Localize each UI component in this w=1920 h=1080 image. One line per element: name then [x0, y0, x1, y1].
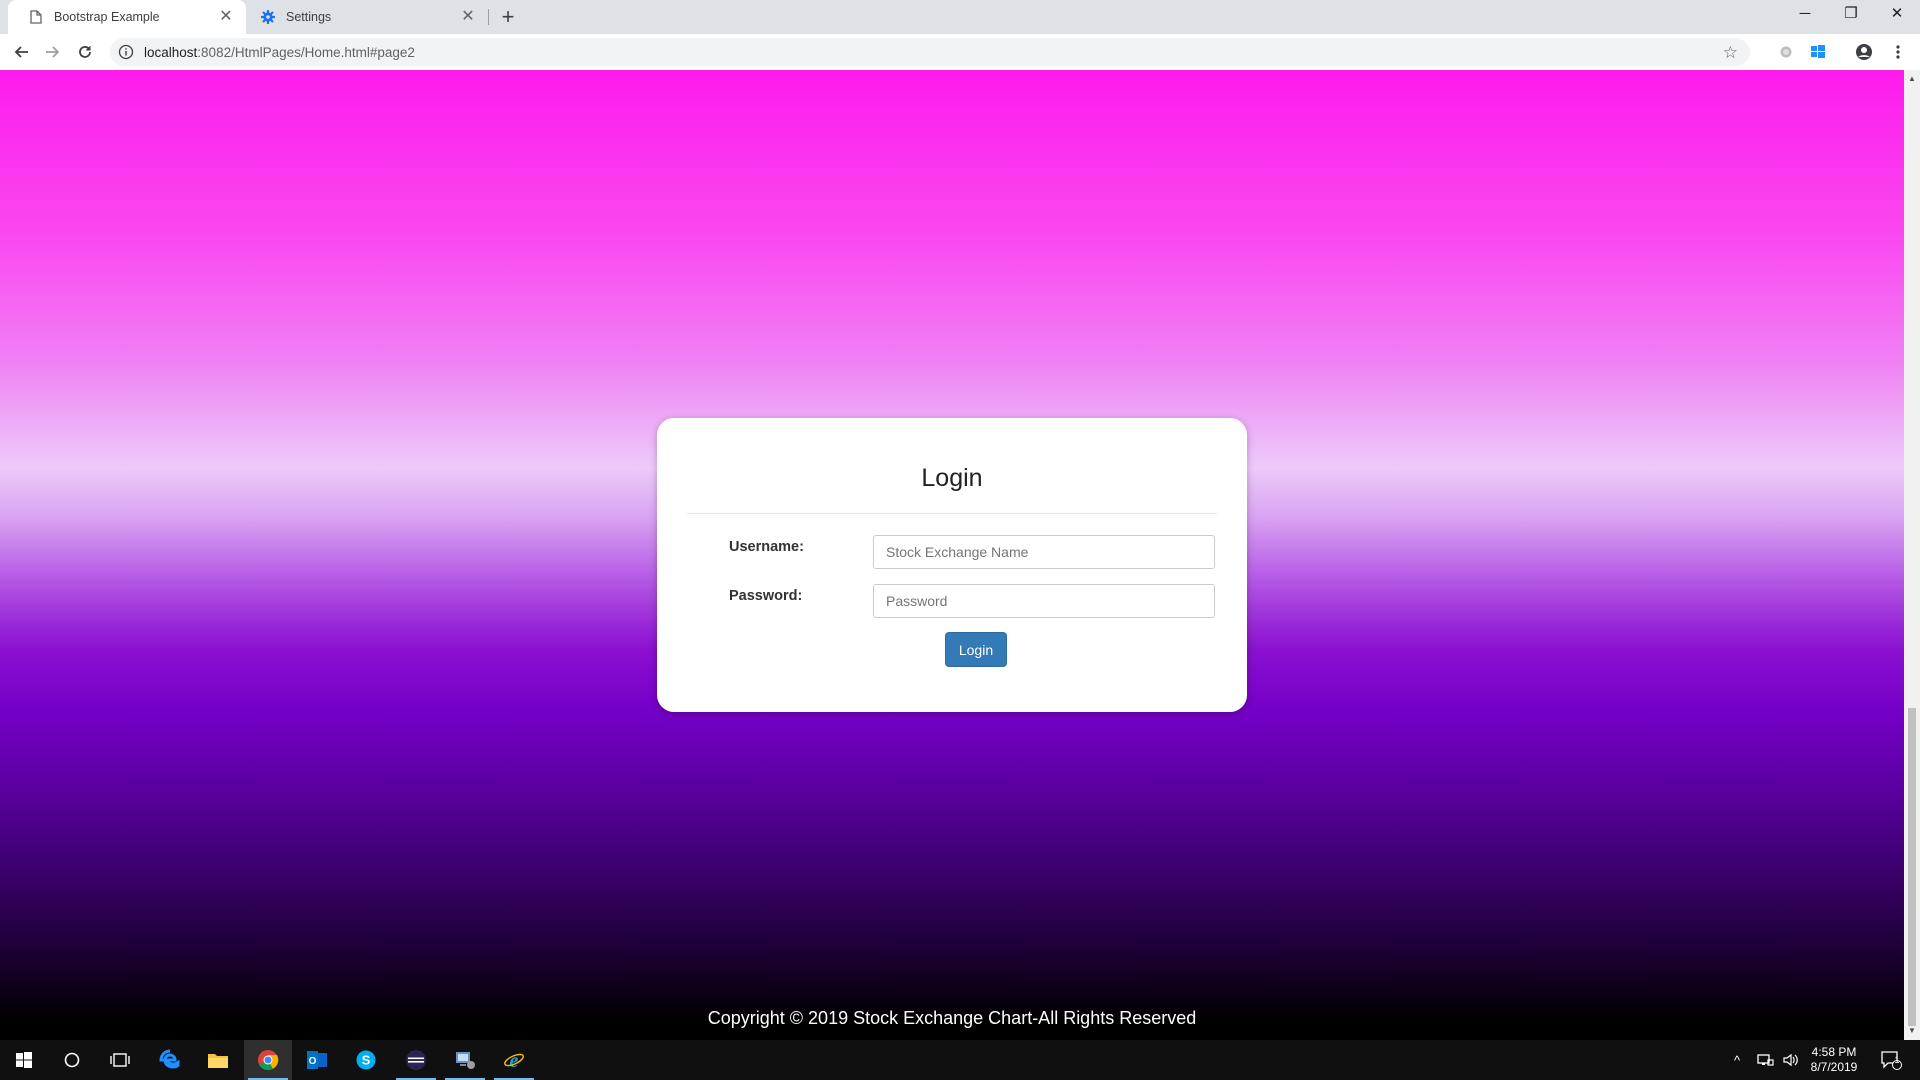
- skype-icon[interactable]: S: [342, 1040, 390, 1080]
- volume-icon[interactable]: [1782, 1040, 1800, 1080]
- password-input[interactable]: [873, 584, 1215, 618]
- svg-text:e: e: [510, 1050, 519, 1071]
- info-icon: [118, 44, 134, 60]
- scroll-down-arrow-icon[interactable]: ▼: [1907, 1026, 1917, 1036]
- page-scrollbar[interactable]: ▲ ▼: [1904, 70, 1920, 1040]
- windows-extension-icon[interactable]: [1806, 40, 1830, 64]
- extension-circle-icon[interactable]: [1774, 40, 1798, 64]
- tray-chevron-icon[interactable]: ^: [1734, 1040, 1740, 1080]
- browser-toolbar: localhost:8082/HtmlPages/Home.html#page2…: [0, 34, 1920, 71]
- bookmark-star-icon[interactable]: ☆: [1723, 43, 1738, 63]
- close-icon[interactable]: ✕: [460, 9, 476, 25]
- close-window-button[interactable]: ✕: [1874, 0, 1920, 30]
- page-icon: [28, 9, 44, 25]
- svg-text:S: S: [362, 1053, 371, 1068]
- restore-button[interactable]: ❐: [1828, 0, 1874, 30]
- tab-title: Bootstrap Example: [54, 10, 160, 24]
- svg-text:O: O: [309, 1056, 317, 1067]
- file-explorer-icon[interactable]: [194, 1040, 242, 1080]
- gear-icon: [260, 9, 276, 25]
- tab-title: Settings: [286, 10, 332, 24]
- back-arrow-icon: [14, 46, 28, 58]
- new-tab-button[interactable]: +: [496, 5, 520, 29]
- outlook-icon[interactable]: O: [293, 1040, 341, 1080]
- tab-separator: [488, 9, 489, 25]
- internet-explorer-icon[interactable]: e: [490, 1040, 538, 1080]
- remote-desktop-icon[interactable]: [441, 1040, 489, 1080]
- profile-icon[interactable]: [1852, 40, 1876, 64]
- username-label: Username:: [729, 539, 804, 555]
- edge-browser-icon[interactable]: [146, 1040, 194, 1080]
- clock-time: 4:58 PM: [1811, 1045, 1857, 1059]
- footer-copyright: Copyright © 2019 Stock Exchange Chart-Al…: [707, 1008, 1197, 1028]
- tab-bootstrap-example[interactable]: Bootstrap Example ✕: [8, 0, 246, 34]
- clock-date: 8/7/2019: [1810, 1060, 1858, 1074]
- close-icon[interactable]: ✕: [218, 9, 234, 25]
- divider: [687, 513, 1217, 514]
- eclipse-icon[interactable]: [392, 1040, 440, 1080]
- tab-strip: Bootstrap Example ✕ Settings ✕ + ─ ❐ ✕: [0, 0, 1920, 34]
- network-icon[interactable]: [1756, 1040, 1774, 1080]
- url-path: :8082/HtmlPages/Home.html#page2: [197, 44, 415, 60]
- scroll-thumb[interactable]: [1908, 708, 1916, 1026]
- login-title: Login: [921, 464, 983, 492]
- forward-button[interactable]: [41, 40, 65, 64]
- menu-kebab-icon[interactable]: [1886, 40, 1910, 64]
- address-bar[interactable]: localhost:8082/HtmlPages/Home.html#page2…: [110, 38, 1750, 66]
- minimize-button[interactable]: ─: [1782, 0, 1828, 30]
- tab-settings[interactable]: Settings ✕: [250, 0, 488, 34]
- chrome-icon[interactable]: [244, 1040, 292, 1080]
- page-viewport: Login Username: Password: Login Copyrigh…: [0, 70, 1904, 1040]
- search-circle-icon[interactable]: [48, 1040, 96, 1080]
- notification-count: 1: [1894, 1055, 1900, 1065]
- taskbar-clock[interactable]: 4:58 PM 8/7/2019: [1806, 1045, 1862, 1075]
- login-card: Login Username: Password: Login: [657, 418, 1247, 712]
- forward-arrow-icon: [46, 46, 60, 58]
- username-input[interactable]: [873, 535, 1215, 569]
- action-center-icon[interactable]: 1: [1880, 1040, 1902, 1080]
- back-button[interactable]: [9, 40, 33, 64]
- login-button[interactable]: Login: [945, 632, 1007, 667]
- task-view-icon[interactable]: [96, 1040, 144, 1080]
- reload-icon: [79, 46, 91, 58]
- scroll-up-arrow-icon[interactable]: ▲: [1907, 74, 1917, 84]
- windows-taskbar: O S e ^ 4:58 PM 8/7/2019 1: [0, 1040, 1920, 1080]
- url-host: localhost: [144, 44, 198, 60]
- password-label: Password:: [729, 588, 803, 604]
- reload-button[interactable]: [73, 40, 97, 64]
- windows-start-icon[interactable]: [0, 1040, 48, 1080]
